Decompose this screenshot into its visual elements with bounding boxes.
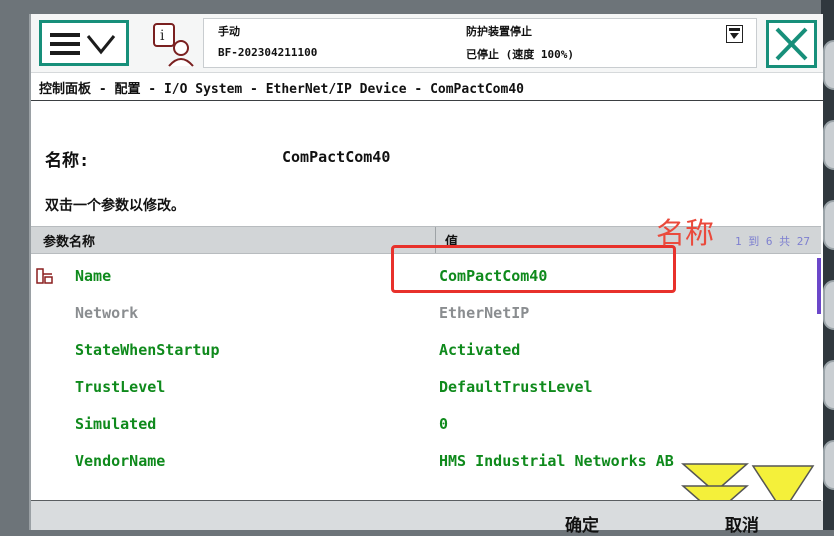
param-name: Simulated <box>75 415 157 433</box>
column-header-param[interactable]: 参数名称 <box>43 231 95 250</box>
name-label: 名称: <box>45 151 90 171</box>
table-row[interactable]: Network EtherNetIP <box>31 295 817 332</box>
status-panel[interactable]: 手动 BF-202304211100 防护装置停止 已停止 (速度 100%) <box>203 18 757 68</box>
side-knob <box>823 280 834 330</box>
side-knob <box>823 120 834 170</box>
controller-name: BF-202304211100 <box>218 46 318 59</box>
bottom-bar: 确定 取消 <box>31 501 823 536</box>
close-icon <box>775 27 808 61</box>
close-button[interactable] <box>766 20 817 68</box>
flexpendant-window: i 手动 BF-202304211100 防护装置停止 已停止 (速度 100%… <box>29 14 823 536</box>
task-icon[interactable] <box>726 25 743 43</box>
side-knob <box>823 40 834 90</box>
param-name: TrustLevel <box>75 378 166 396</box>
svg-text:i: i <box>160 28 165 44</box>
top-bar: i 手动 BF-202304211100 防护装置停止 已停止 (速度 100%… <box>31 14 823 73</box>
mode-text: 手动 <box>218 25 240 38</box>
name-value: ComPactCom40 <box>282 148 391 166</box>
param-value: DefaultTrustLevel <box>439 378 593 396</box>
run-state: 已停止 (速度 100%) <box>466 48 574 61</box>
cancel-button[interactable]: 取消 <box>725 511 759 536</box>
param-value: 0 <box>439 415 449 433</box>
breadcrumb: 控制面板 - 配置 - I/O System - EtherNet/IP Dev… <box>39 82 524 97</box>
param-value: Activated <box>439 341 521 359</box>
side-knob <box>823 200 834 250</box>
highlight-box <box>391 245 676 293</box>
side-knob <box>823 440 834 490</box>
param-value: HMS Industrial Networks AB <box>439 452 674 470</box>
annotation-label: 名称 <box>656 216 715 250</box>
scrollbar[interactable] <box>817 258 821 314</box>
page-indicator: 1 到 6 共 27 <box>735 235 810 248</box>
param-name: Name <box>75 267 112 285</box>
param-name: StateWhenStartup <box>75 341 220 359</box>
table-row[interactable]: TrustLevel DefaultTrustLevel <box>31 369 817 406</box>
param-name: Network <box>75 304 139 322</box>
instruction-text: 双击一个参数以修改。 <box>45 198 185 214</box>
divider <box>31 100 823 101</box>
ok-button[interactable]: 确定 <box>565 511 599 536</box>
safety-state: 防护装置停止 <box>466 25 532 38</box>
edit-param-icon <box>36 268 53 284</box>
main-menu-button[interactable] <box>39 20 129 66</box>
menu-icon <box>50 33 116 55</box>
table-row[interactable]: StateWhenStartup Activated <box>31 332 817 369</box>
side-knob <box>823 360 834 410</box>
param-name: VendorName <box>75 452 166 470</box>
table-row[interactable]: Simulated 0 <box>31 406 817 443</box>
param-value: EtherNetIP <box>439 304 530 322</box>
operator-info-icon[interactable]: i <box>151 22 195 68</box>
